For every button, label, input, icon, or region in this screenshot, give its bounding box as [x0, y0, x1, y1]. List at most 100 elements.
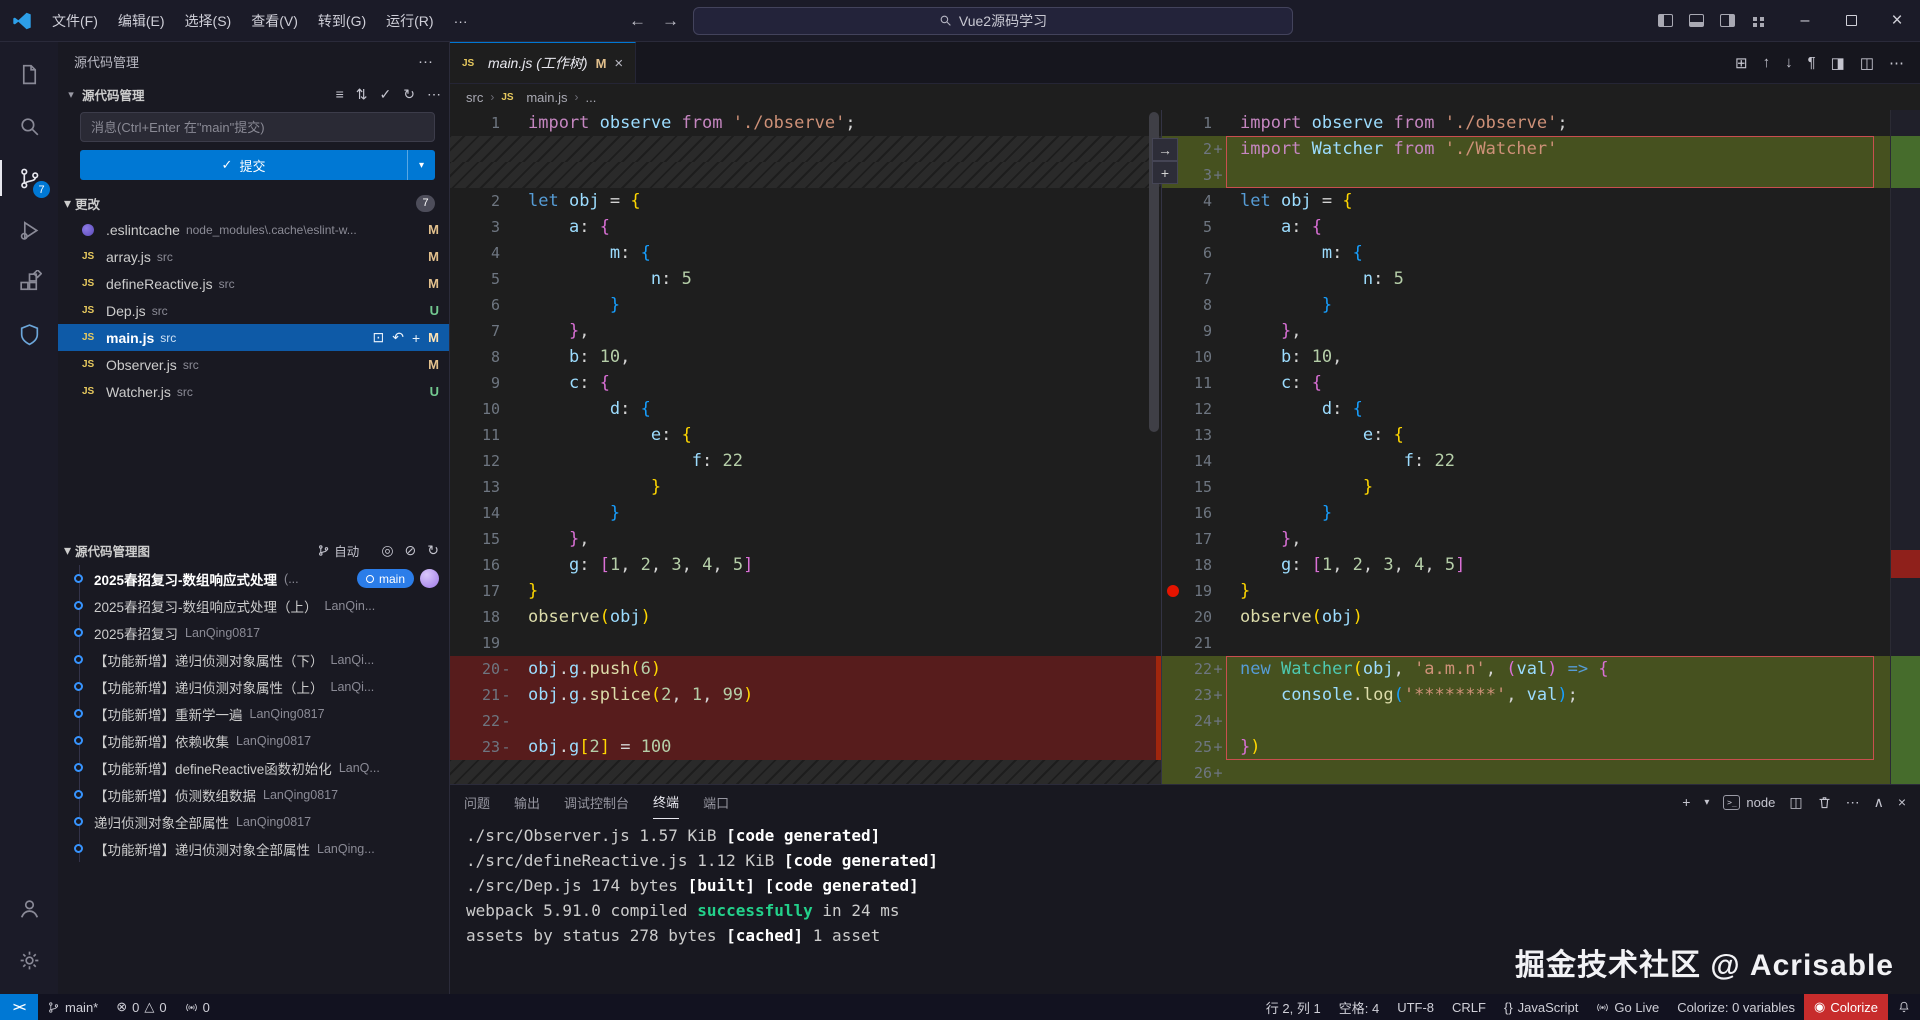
problems-status[interactable]: ⊗ 0 △ 0: [107, 994, 175, 1020]
language-mode[interactable]: {} JavaScript: [1495, 994, 1587, 1020]
close-button[interactable]: ×: [1874, 0, 1920, 42]
terminal-dropdown-icon[interactable]: ▾: [1704, 797, 1709, 808]
scm-file-row[interactable]: JS Dep.js src U: [58, 297, 449, 324]
code-line[interactable]: 19: [450, 630, 1161, 656]
menu-item[interactable]: 转到(G): [308, 9, 376, 33]
commit-row[interactable]: 【功能新增】递归侦测对象全部属性 LanQing...: [58, 835, 449, 862]
code-line[interactable]: 18 observe(obj): [450, 604, 1161, 630]
commit-row[interactable]: 【功能新增】依赖收集 LanQing0817: [58, 727, 449, 754]
toggle-sidebar-icon[interactable]: [1658, 14, 1673, 27]
code-line[interactable]: 4 m: {: [450, 240, 1161, 266]
sort-icon[interactable]: ⇅: [356, 86, 368, 103]
search-view-icon[interactable]: [0, 100, 58, 152]
notifications-bell[interactable]: [1888, 994, 1920, 1020]
source-control-icon[interactable]: 7: [0, 152, 58, 204]
menu-more-icon[interactable]: ···: [446, 9, 476, 33]
sidebar-more-icon[interactable]: ···: [418, 53, 433, 70]
ports-status[interactable]: 0: [176, 994, 219, 1020]
scm-file-row[interactable]: JS defineReactive.js src M: [58, 270, 449, 297]
code-line[interactable]: 10 b: 10,: [1162, 344, 1920, 370]
target-icon[interactable]: ◎: [381, 542, 393, 558]
commit-row[interactable]: 2025春招复习-数组响应式处理 (... main: [58, 565, 449, 592]
commit-row[interactable]: 【功能新增】递归侦测对象属性（下） LanQi...: [58, 646, 449, 673]
commit-button[interactable]: ✓ 提交 ▾: [80, 150, 435, 180]
more-actions-icon[interactable]: ⋯: [1889, 54, 1904, 72]
customize-layout-icon[interactable]: [1751, 14, 1766, 27]
code-line[interactable]: 23- obj.g[2] = 100: [450, 734, 1161, 760]
code-line[interactable]: 10 d: {: [450, 396, 1161, 422]
maximize-button[interactable]: [1828, 0, 1874, 42]
stage-changes-icon[interactable]: +: [412, 330, 420, 346]
refresh-graph-icon[interactable]: ↻: [427, 542, 439, 558]
commit-message-input[interactable]: [80, 112, 435, 142]
commit-row[interactable]: 2025春招复习 LanQing0817: [58, 619, 449, 646]
panel-tab-item[interactable]: 端口: [703, 785, 729, 819]
code-line[interactable]: 15 },: [450, 526, 1161, 552]
code-line[interactable]: 3 +: [1162, 162, 1920, 188]
terminal-instance-node[interactable]: >_ node: [1723, 794, 1775, 810]
open-preview-icon[interactable]: ◨: [1831, 54, 1845, 72]
code-line[interactable]: 11 e: {: [450, 422, 1161, 448]
scm-file-row[interactable]: JS Observer.js src M: [58, 351, 449, 378]
code-line[interactable]: 12 d: {: [1162, 396, 1920, 422]
code-line[interactable]: 19}: [1162, 578, 1920, 604]
commit-row[interactable]: 【功能新增】递归侦测对象属性（上） LanQi...: [58, 673, 449, 700]
panel-more-icon[interactable]: ⋯: [1846, 794, 1860, 811]
code-line[interactable]: 23 + console.log('********', val);: [1162, 682, 1920, 708]
code-line[interactable]: 5 a: {: [1162, 214, 1920, 240]
view-as-list-icon[interactable]: ≡: [336, 86, 344, 103]
code-line[interactable]: 20 observe(obj): [1162, 604, 1920, 630]
code-line[interactable]: 7 },: [450, 318, 1161, 344]
commit-all-icon[interactable]: ✓: [380, 86, 392, 103]
code-line[interactable]: 6 }: [450, 292, 1161, 318]
commit-row[interactable]: 2025春招复习-数组响应式处理（上） LanQin...: [58, 592, 449, 619]
panel-tab-active[interactable]: 终端: [653, 785, 680, 819]
run-debug-icon[interactable]: [0, 204, 58, 256]
breadcrumb[interactable]: src › JS main.js › ...: [450, 84, 1920, 110]
scm-file-row[interactable]: JS Watcher.js src U: [58, 378, 449, 405]
code-line[interactable]: 22-: [450, 708, 1161, 734]
indentation[interactable]: 空格: 4: [1330, 994, 1388, 1020]
code-line[interactable]: 13 }: [450, 474, 1161, 500]
next-change-icon[interactable]: ↓: [1785, 54, 1793, 71]
commit-row[interactable]: 递归侦测对象全部属性 LanQing0817: [58, 808, 449, 835]
kill-terminal-icon[interactable]: [1817, 795, 1832, 810]
diff-modified-pane[interactable]: 1 import observe from './observe'; 2 + impor…: [1162, 110, 1920, 784]
eol[interactable]: CRLF: [1443, 994, 1495, 1020]
branch-status[interactable]: main*: [38, 994, 107, 1020]
code-line[interactable]: 21- obj.g.splice(2, 1, 99): [450, 682, 1161, 708]
commit-row[interactable]: 【功能新增】defineReactive函数初始化 LanQ...: [58, 754, 449, 781]
scm-file-row[interactable]: .eslintcache node_modules\.cache\eslint-w…: [58, 216, 449, 243]
menu-item[interactable]: 查看(V): [241, 9, 308, 33]
back-icon[interactable]: ←: [627, 11, 648, 31]
filter-icon[interactable]: ⊘: [405, 542, 417, 558]
code-line[interactable]: 11 c: {: [1162, 370, 1920, 396]
code-line[interactable]: 9 },: [1162, 318, 1920, 344]
code-line[interactable]: 2 let obj = {: [450, 188, 1161, 214]
refresh-icon[interactable]: ↻: [403, 86, 415, 103]
code-line[interactable]: 22 + new Watcher(obj, 'a.m.n', (val) => {: [1162, 656, 1920, 682]
breakpoint-dot[interactable]: [1167, 585, 1179, 597]
command-center-search[interactable]: Vue2源码学习: [693, 6, 1293, 35]
settings-gear-icon[interactable]: [0, 934, 58, 986]
scm-file-row[interactable]: JS main.js src ⊡ ↶ + M: [58, 324, 449, 351]
panel-tab-item[interactable]: 问题: [464, 785, 490, 819]
split-editor-icon[interactable]: ◫: [1860, 54, 1874, 72]
remote-indicator[interactable]: ><: [0, 994, 38, 1020]
code-line[interactable]: 16 g: [1, 2, 3, 4, 5]: [450, 552, 1161, 578]
code-line[interactable]: 1 import observe from './observe';: [1162, 110, 1920, 136]
cursor-position[interactable]: 行 2, 列 1: [1257, 994, 1330, 1020]
code-line[interactable]: 4 let obj = {: [1162, 188, 1920, 214]
scm-repo-section[interactable]: ▾ 源代码管理 ≡ ⇅ ✓ ↻ ⋯: [58, 80, 449, 108]
colorize-button[interactable]: ◉ Colorize: [1803, 994, 1888, 1020]
forward-icon[interactable]: →: [660, 11, 681, 31]
scm-file-row[interactable]: JS array.js src M: [58, 243, 449, 270]
code-line[interactable]: 18 g: [1, 2, 3, 4, 5]: [1162, 552, 1920, 578]
code-line[interactable]: 14 }: [450, 500, 1161, 526]
menu-item[interactable]: 文件(F): [42, 9, 108, 33]
commit-row[interactable]: 【功能新增】侦测数组数据 LanQing0817: [58, 781, 449, 808]
new-terminal-icon[interactable]: +: [1682, 794, 1690, 810]
more-actions-icon[interactable]: ⋯: [427, 86, 441, 103]
menu-item[interactable]: 编辑(E): [108, 9, 175, 33]
code-line[interactable]: 6 m: {: [1162, 240, 1920, 266]
